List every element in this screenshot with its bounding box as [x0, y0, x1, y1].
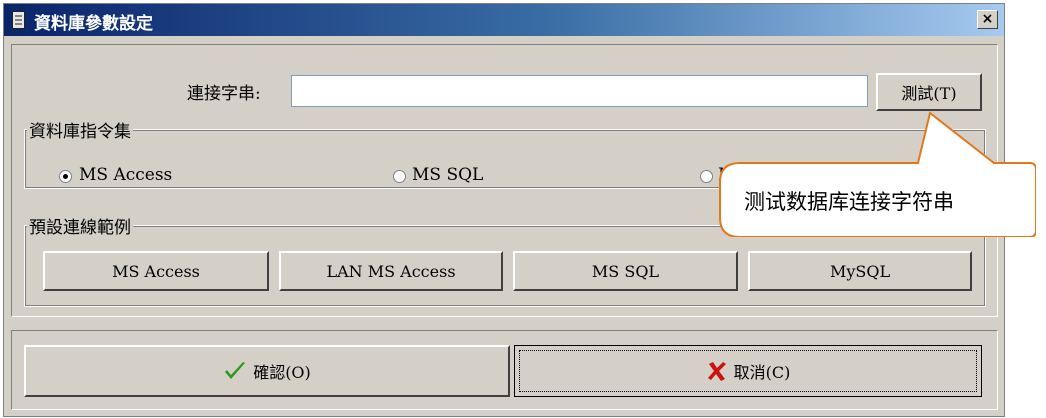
command-set-title: 資料庫指令集: [27, 117, 133, 142]
close-icon: ×: [981, 11, 994, 27]
cancel-label: 取消(C): [733, 363, 791, 382]
radio-mysql[interactable]: [700, 170, 713, 183]
example-ms-access-button[interactable]: MS Access: [43, 251, 269, 291]
ok-button[interactable]: 確認(O): [24, 345, 510, 397]
example-lan-ms-access-button[interactable]: LAN MS Access: [279, 251, 503, 291]
test-connection-button[interactable]: 測試(T): [876, 73, 982, 111]
database-icon: [12, 11, 25, 29]
connection-string-label: 連接字串:: [187, 84, 261, 104]
example-ms-sql-button[interactable]: MS SQL: [513, 251, 738, 291]
check-icon: [225, 362, 246, 379]
footer-panel: 確認(O) 取消(C): [11, 330, 998, 410]
examples-title: 預設連線範例: [27, 213, 133, 238]
callout-bubble: [719, 111, 1036, 237]
title-bar[interactable]: 資料庫參數設定 ×: [4, 4, 1004, 36]
cancel-button[interactable]: 取消(C): [514, 345, 982, 397]
window-title: 資料庫參數設定: [34, 14, 153, 34]
radio-ms-sql-label[interactable]: MS SQL: [412, 165, 483, 185]
radio-ms-access[interactable]: [59, 170, 72, 183]
cross-icon: [707, 362, 726, 381]
callout-text: 测试数据库连接字符串: [744, 190, 954, 214]
example-mysql-button[interactable]: MySQL: [748, 251, 972, 291]
close-button[interactable]: ×: [977, 10, 998, 29]
ok-label: 確認(O): [253, 363, 311, 382]
connection-string-input[interactable]: [291, 75, 868, 107]
radio-ms-sql[interactable]: [393, 170, 406, 183]
radio-ms-access-label[interactable]: MS Access: [79, 165, 172, 185]
